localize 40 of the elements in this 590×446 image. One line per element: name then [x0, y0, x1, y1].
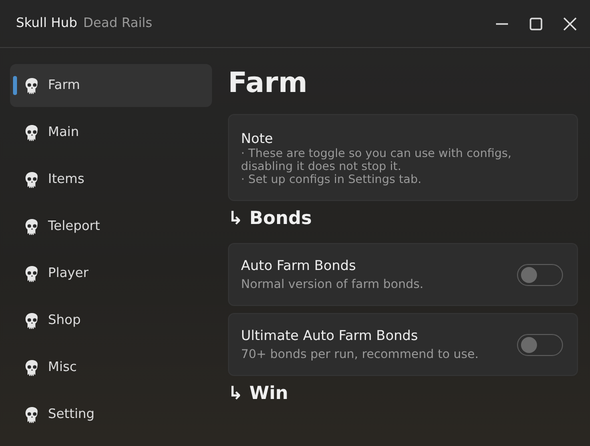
window-title: Skull Hub [16, 16, 78, 31]
skull-icon [24, 264, 40, 282]
window-subtitle: Dead Rails [83, 16, 152, 31]
toggle-switch[interactable] [517, 264, 563, 286]
skull-icon [24, 124, 40, 142]
skull-icon [24, 218, 40, 236]
note-title: Note [241, 131, 274, 147]
sidebar-item[interactable]: Setting [10, 393, 212, 436]
sidebar-label: Items [48, 172, 84, 187]
sidebar-item[interactable]: Farm [10, 64, 212, 107]
note-text: · Set up configs in Settings tab. [241, 173, 422, 186]
section-heading: ↳ Win [228, 383, 290, 404]
sidebar-label: Player [48, 266, 88, 281]
skull-icon [24, 170, 40, 188]
toggle-switch[interactable] [517, 334, 563, 356]
skull-icon [24, 312, 40, 330]
sidebar-label: Misc [48, 360, 77, 375]
option-title: Ultimate Auto Farm Bonds [241, 328, 419, 344]
sidebar-item[interactable]: Misc [10, 346, 212, 389]
sidebar-label: Farm [48, 78, 80, 93]
sidebar-item[interactable]: Main [10, 111, 212, 154]
close-icon[interactable] [562, 16, 578, 32]
sidebar-item[interactable]: Shop [10, 299, 212, 342]
section-heading: ↳ Bonds [228, 208, 313, 229]
sidebar-label: Main [48, 125, 80, 140]
note-text: · These are toggle so you can use with configs, disabling it does not stop it. [241, 147, 512, 173]
skull-icon [24, 406, 40, 424]
option-title: Auto Farm Bonds [241, 258, 357, 274]
page-title: Farm [228, 65, 308, 101]
skull-icon [24, 358, 40, 376]
sidebar-label: Teleport [48, 219, 100, 234]
skull-icon [24, 76, 40, 94]
option-description: 70+ bonds per run, recommend to use. [241, 347, 480, 361]
sidebar-item[interactable]: Player [10, 252, 212, 295]
sidebar-item[interactable]: Teleport [10, 205, 212, 248]
sidebar-label: Shop [48, 313, 81, 328]
sidebar-item[interactable]: Items [10, 158, 212, 201]
option-description: Normal version of farm bonds. [241, 277, 424, 291]
maximize-icon[interactable] [528, 16, 544, 32]
sidebar-label: Setting [48, 407, 95, 422]
